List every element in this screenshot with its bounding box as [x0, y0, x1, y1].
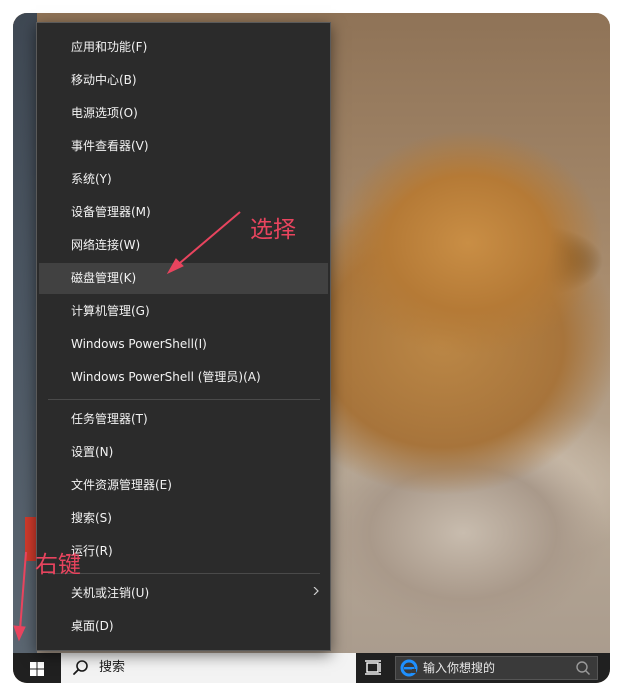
- ie-browser-icon: [400, 659, 418, 677]
- taskbar: 搜索 输入你想搜的: [13, 653, 610, 683]
- magnifier-icon[interactable]: [575, 660, 591, 676]
- menu-item-search[interactable]: 搜索(S): [39, 503, 328, 534]
- menu-item-system[interactable]: 系统(Y): [39, 164, 328, 195]
- menu-item-file-explorer[interactable]: 文件资源管理器(E): [39, 470, 328, 501]
- browser-search-placeholder: 输入你想搜的: [423, 661, 496, 675]
- menu-item-event-viewer[interactable]: 事件查看器(V): [39, 131, 328, 162]
- task-view-icon: [365, 660, 381, 675]
- search-box-label: 搜索: [99, 660, 126, 675]
- menu-item-mobility-center[interactable]: 移动中心(B): [39, 65, 328, 96]
- menu-item-task-manager[interactable]: 任务管理器(T): [39, 404, 328, 435]
- annotation-right-click-label: 右键: [35, 552, 81, 578]
- menu-separator: [48, 573, 320, 574]
- menu-item-computer-management[interactable]: 计算机管理(G): [39, 296, 328, 327]
- menu-separator: [48, 399, 320, 400]
- search-icon: [72, 659, 90, 677]
- menu-item-settings[interactable]: 设置(N): [39, 437, 328, 468]
- menu-item-powershell[interactable]: Windows PowerShell(I): [39, 329, 328, 360]
- menu-item-disk-management[interactable]: 磁盘管理(K): [39, 263, 328, 294]
- chevron-right-icon: [313, 587, 319, 595]
- task-view-button[interactable]: [362, 658, 384, 678]
- browser-search-box[interactable]: 输入你想搜的: [395, 656, 598, 680]
- menu-item-shutdown-label: 关机或注销(U): [71, 586, 150, 600]
- taskbar-search-box[interactable]: 搜索: [61, 653, 356, 683]
- menu-item-powershell-admin[interactable]: Windows PowerShell (管理员)(A): [39, 362, 328, 393]
- start-button[interactable]: [21, 657, 53, 681]
- menu-item-apps-features[interactable]: 应用和功能(F): [39, 32, 328, 63]
- menu-item-run[interactable]: 运行(R): [39, 536, 328, 567]
- annotation-select-label: 选择: [250, 217, 296, 243]
- menu-item-desktop[interactable]: 桌面(D): [39, 611, 328, 642]
- menu-item-shutdown-signout[interactable]: 关机或注销(U): [39, 578, 328, 609]
- windows-logo-icon: [30, 662, 44, 676]
- menu-item-power-options[interactable]: 电源选项(O): [39, 98, 328, 129]
